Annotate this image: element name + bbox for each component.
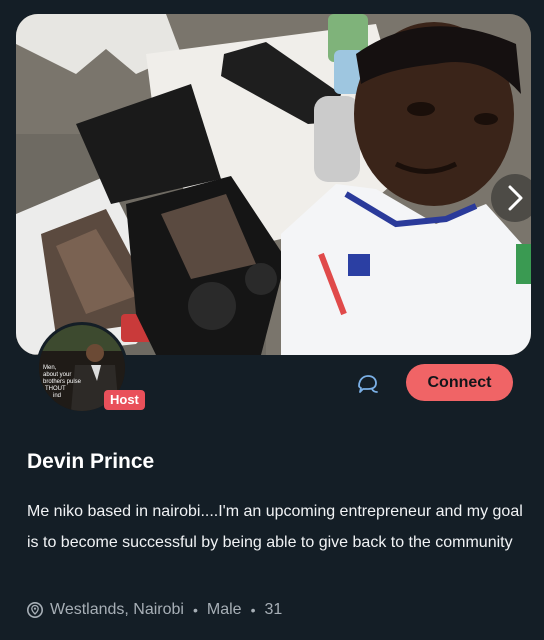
age-text: 31 xyxy=(264,601,283,618)
profile-bio: Me niko based in nairobi....I'm an upcom… xyxy=(27,503,523,551)
host-badge: Host xyxy=(104,390,145,410)
gender-text: Male xyxy=(206,601,242,618)
profile-meta: Westlands, Nairobi • Male • 31 xyxy=(26,598,282,622)
chat-bubbles-icon[interactable] xyxy=(356,372,380,396)
chevron-right-icon xyxy=(508,185,523,211)
connect-button[interactable]: Connect xyxy=(406,364,513,401)
meta-separator: • xyxy=(192,602,198,618)
avatar-caption-line: brothers pulse xyxy=(43,379,82,385)
avatar-caption-line: ind xyxy=(53,393,61,399)
avatar-caption-line: Men, xyxy=(43,365,57,371)
host-avatar-group[interactable]: Men, about your brothers pulse THOUT ind… xyxy=(36,322,145,414)
avatar-caption-line: about your xyxy=(43,372,71,378)
location-pin-icon xyxy=(27,602,43,618)
profile-name: Devin Prince xyxy=(27,450,155,473)
meta-separator: • xyxy=(250,602,256,618)
location-text: Westlands, Nairobi xyxy=(50,601,184,618)
next-photo-button[interactable] xyxy=(491,174,531,222)
photo-scene xyxy=(16,14,531,355)
profile-photo[interactable] xyxy=(16,14,531,355)
avatar-caption-line: THOUT xyxy=(45,386,66,392)
